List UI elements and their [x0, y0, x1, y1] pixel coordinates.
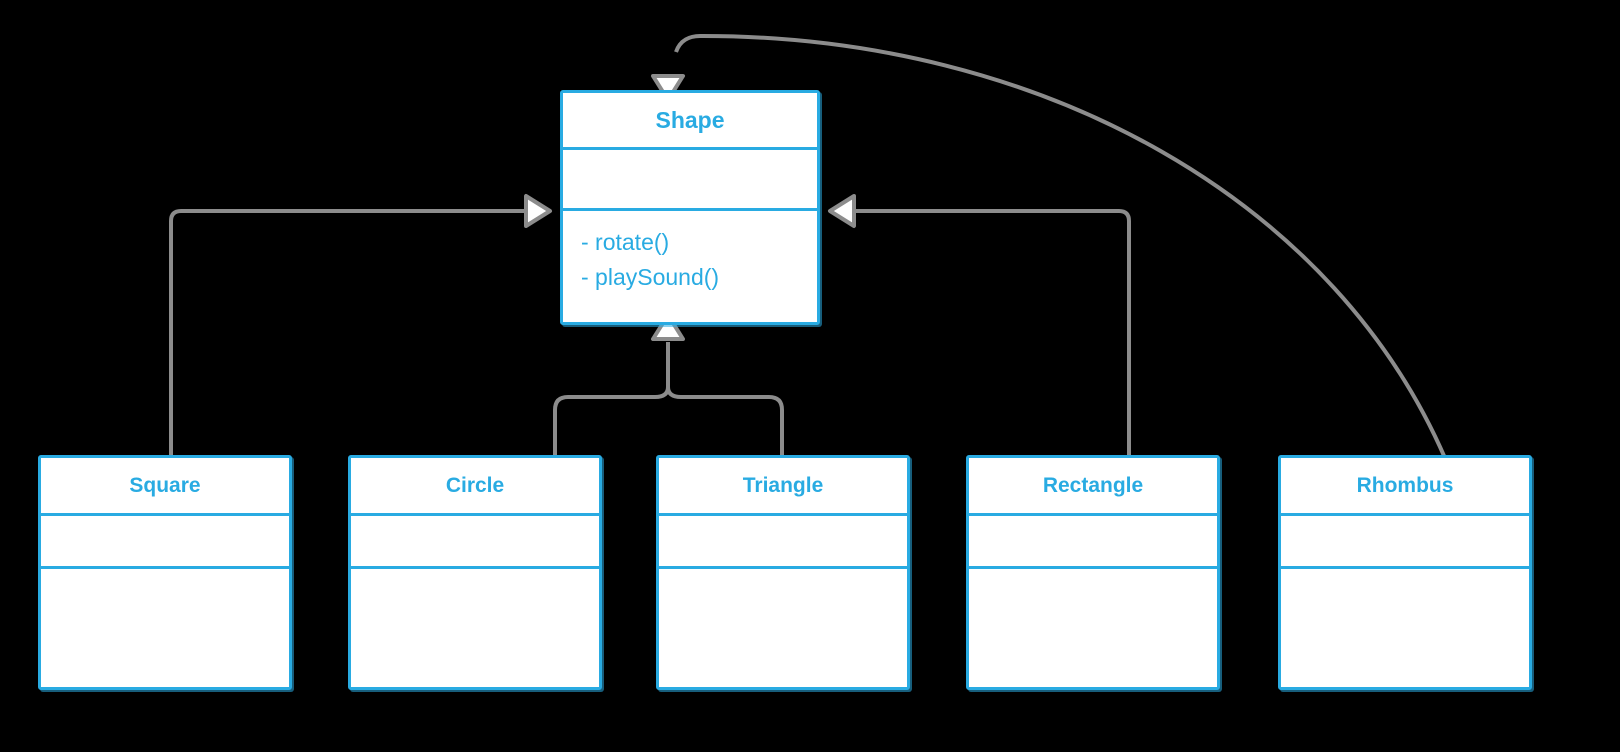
class-attributes-shape: [563, 150, 817, 211]
class-name-rhombus: Rhombus: [1281, 458, 1529, 516]
uml-class-circle[interactable]: Circle: [348, 455, 602, 690]
class-operations-triangle: [659, 569, 907, 687]
class-attributes-square: [41, 516, 289, 569]
class-operations-shape: - rotate() - playSound(): [563, 211, 817, 322]
connector-rectangle-to-shape: [856, 209, 1131, 455]
class-attributes-circle: [351, 516, 599, 569]
uml-class-rhombus[interactable]: Rhombus: [1278, 455, 1532, 690]
uml-diagram-canvas: Shape - rotate() - playSound() Square Circle…: [0, 0, 1620, 752]
class-operations-rectangle: [969, 569, 1217, 687]
connector-triangle-to-shape: [666, 342, 784, 455]
arrowhead-triangle: [524, 194, 552, 228]
class-name-triangle: Triangle: [659, 458, 907, 516]
generalization-arrow-shape-right: [828, 194, 856, 228]
operation-line: - playSound(): [581, 263, 720, 290]
uml-class-shape[interactable]: Shape - rotate() - playSound(): [560, 90, 820, 325]
class-operations-rhombus: [1281, 569, 1529, 687]
class-operations-circle: [351, 569, 599, 687]
class-attributes-rectangle: [969, 516, 1217, 569]
generalization-arrow-shape-left: [524, 194, 552, 228]
class-attributes-triangle: [659, 516, 907, 569]
uml-class-square[interactable]: Square: [38, 455, 292, 690]
class-operations-square: [41, 569, 289, 687]
class-name-circle: Circle: [351, 458, 599, 516]
uml-class-rectangle[interactable]: Rectangle: [966, 455, 1220, 690]
class-name-rectangle: Rectangle: [969, 458, 1217, 516]
class-attributes-rhombus: [1281, 516, 1529, 569]
operation-line: - rotate(): [581, 229, 670, 255]
arrowhead-triangle: [828, 194, 856, 228]
connector-circle-to-shape: [553, 342, 670, 455]
class-name-shape: Shape: [563, 93, 817, 150]
connector-square-to-shape: [169, 209, 524, 455]
uml-class-triangle[interactable]: Triangle: [656, 455, 910, 690]
class-name-square: Square: [41, 458, 289, 516]
